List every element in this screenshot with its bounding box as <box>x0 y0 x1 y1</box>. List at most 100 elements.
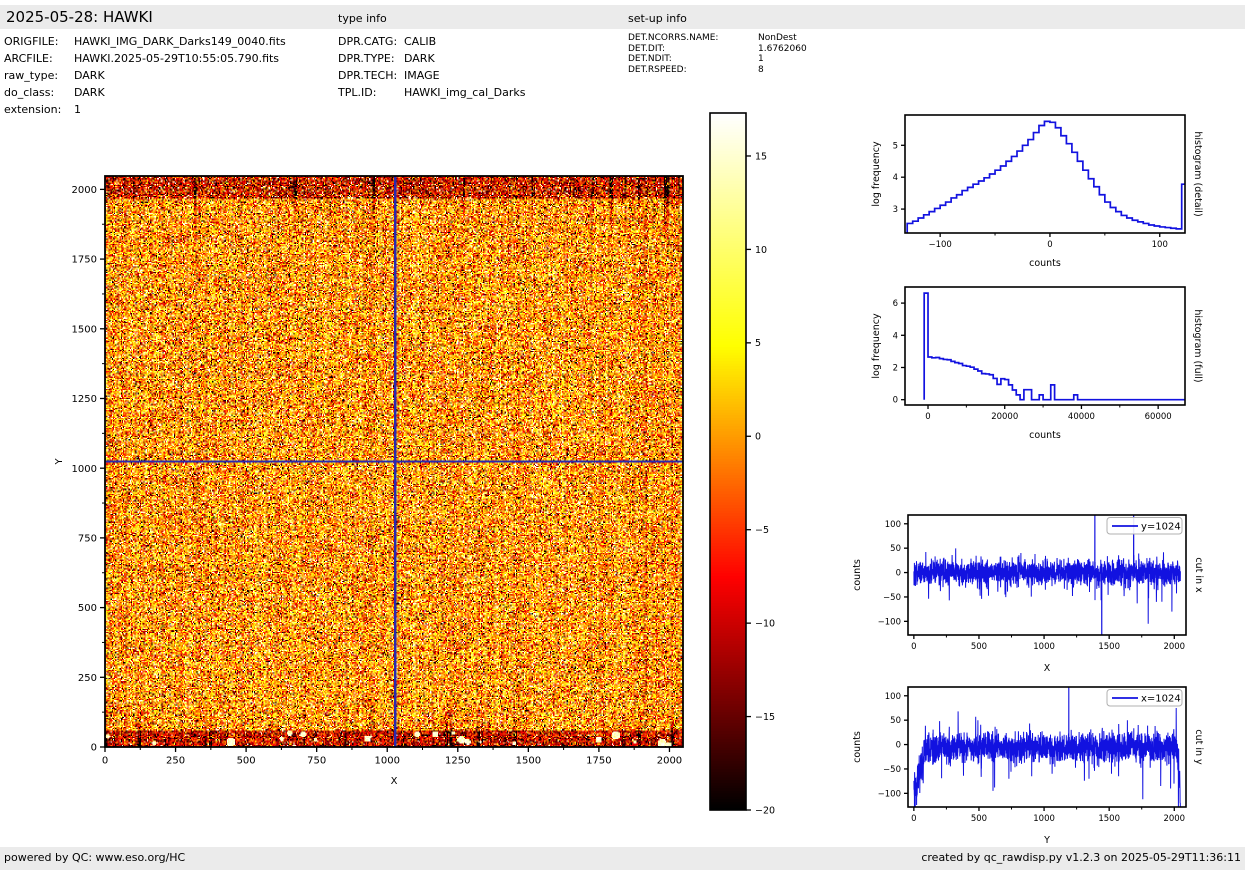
svg-text:500: 500 <box>971 642 987 652</box>
svg-text:0: 0 <box>896 569 901 579</box>
svg-text:50: 50 <box>890 544 901 554</box>
meta-label: ARCFILE: <box>4 52 53 65</box>
svg-text:−10: −10 <box>755 619 775 630</box>
svg-text:6: 6 <box>893 299 898 309</box>
svg-text:2000: 2000 <box>72 185 97 196</box>
svg-text:1500: 1500 <box>1098 814 1120 824</box>
histogram-curve <box>923 292 1185 401</box>
histogram-curve <box>906 120 1185 233</box>
svg-text:20000: 20000 <box>991 412 1018 422</box>
histogram-full-plot: 0 20000 40000 60000 0 2 4 6 counts log frequency h… <box>871 286 1203 441</box>
meta-value: HAWKI_img_cal_Darks <box>404 86 526 99</box>
meta-value: CALIB <box>404 35 437 48</box>
svg-text:1500: 1500 <box>72 324 97 335</box>
meta-value: 8 <box>758 64 764 75</box>
meta-value: HAWKI_IMG_DARK_Darks149_0040.fits <box>74 35 286 48</box>
meta-label: ORIGFILE: <box>4 35 59 48</box>
svg-text:log frequency: log frequency <box>871 313 882 379</box>
svg-text:0: 0 <box>911 642 916 652</box>
svg-text:60000: 60000 <box>1145 412 1172 422</box>
setup-info-heading: set-up info <box>628 12 687 25</box>
legend-label: y=1024 <box>1141 522 1181 533</box>
svg-text:X: X <box>1044 663 1051 674</box>
meta-label: DPR.TECH: <box>338 69 398 82</box>
page-title: 2025-05-28: HAWKI <box>6 8 153 26</box>
svg-text:1000: 1000 <box>375 756 400 767</box>
svg-text:−100: −100 <box>878 617 901 627</box>
svg-text:2000: 2000 <box>1163 642 1185 652</box>
svg-text:1750: 1750 <box>72 255 97 266</box>
meta-label: DET.NCORRS.NAME: <box>628 33 719 43</box>
svg-text:X: X <box>391 776 398 787</box>
svg-text:50: 50 <box>890 716 901 726</box>
svg-text:1000: 1000 <box>1033 642 1055 652</box>
svg-text:750: 750 <box>78 533 97 544</box>
raw-image-canvas <box>105 176 683 747</box>
meta-value: 1 <box>74 103 81 116</box>
meta-label: extension: <box>4 103 62 116</box>
svg-text:250: 250 <box>166 756 185 767</box>
svg-text:2000: 2000 <box>1163 814 1185 824</box>
svg-text:counts: counts <box>852 559 863 591</box>
footer-left-text: powered by QC: www.eso.org/HC <box>4 851 186 864</box>
meta-value: IMAGE <box>404 69 440 82</box>
meta-label: DET.NDIT: <box>628 54 672 64</box>
svg-text:cut in y: cut in y <box>1193 729 1204 765</box>
svg-text:−50: −50 <box>883 593 901 603</box>
legend-label: x=1024 <box>1141 694 1181 705</box>
histogram-detail-plot: −100 0 100 3 4 5 counts log frequency histogram … <box>871 114 1203 269</box>
meta-label: TPL.ID: <box>338 86 377 99</box>
svg-text:counts: counts <box>1029 258 1061 269</box>
svg-text:15: 15 <box>755 151 767 162</box>
meta-label: raw_type: <box>4 69 59 82</box>
svg-text:−50: −50 <box>883 765 901 775</box>
svg-text:500: 500 <box>78 603 97 614</box>
svg-text:0: 0 <box>896 741 901 751</box>
cut-curve <box>913 687 1181 807</box>
svg-text:4: 4 <box>893 173 898 183</box>
svg-text:1250: 1250 <box>72 394 97 405</box>
svg-text:100: 100 <box>885 692 901 702</box>
svg-text:0: 0 <box>91 743 97 754</box>
meta-label: do_class: <box>4 86 55 99</box>
svg-text:500: 500 <box>237 756 256 767</box>
svg-text:−100: −100 <box>928 240 951 250</box>
svg-text:1000: 1000 <box>1033 814 1055 824</box>
meta-label: DPR.CATG: <box>338 35 398 48</box>
meta-value: 1 <box>758 54 764 64</box>
svg-text:histogram (detail): histogram (detail) <box>1192 131 1203 216</box>
svg-text:Y: Y <box>1043 835 1050 846</box>
meta-value: DARK <box>74 86 105 99</box>
svg-text:log frequency: log frequency <box>871 141 882 207</box>
svg-text:100: 100 <box>885 520 901 530</box>
svg-text:−15: −15 <box>755 712 775 723</box>
svg-text:−100: −100 <box>878 789 901 799</box>
meta-value: DARK <box>404 52 435 65</box>
svg-text:−20: −20 <box>755 805 775 816</box>
svg-text:100: 100 <box>1152 240 1168 250</box>
svg-text:40000: 40000 <box>1068 412 1095 422</box>
type-info-heading: type info <box>338 12 387 25</box>
meta-value: 1.6762060 <box>758 43 807 54</box>
meta-value: NonDest <box>758 33 797 43</box>
svg-text:1250: 1250 <box>445 756 470 767</box>
svg-text:4: 4 <box>893 331 898 341</box>
cut-in-y-plot: 0 500 1000 1500 2000 −100 −50 0 50 100 Ycounts cut … <box>852 686 1204 846</box>
legend: x=1024 <box>1106 689 1183 707</box>
meta-label: DET.DIT: <box>628 43 666 54</box>
svg-text:0: 0 <box>102 756 108 767</box>
svg-text:250: 250 <box>78 673 97 684</box>
colorbar-gradient-canvas <box>710 113 746 810</box>
meta-value: HAWKI.2025-05-29T10:55:05.790.fits <box>74 52 280 65</box>
svg-text:1500: 1500 <box>516 756 541 767</box>
svg-text:1750: 1750 <box>586 756 611 767</box>
svg-text:5: 5 <box>893 141 898 151</box>
meta-label: DPR.TYPE: <box>338 52 395 65</box>
svg-text:500: 500 <box>971 814 987 824</box>
svg-text:counts: counts <box>1029 430 1061 441</box>
cut-curve <box>913 515 1181 635</box>
meta-label: DET.RSPEED: <box>628 64 687 75</box>
svg-text:5: 5 <box>755 338 761 349</box>
svg-text:histogram (full): histogram (full) <box>1192 309 1203 382</box>
meta-value: DARK <box>74 69 105 82</box>
